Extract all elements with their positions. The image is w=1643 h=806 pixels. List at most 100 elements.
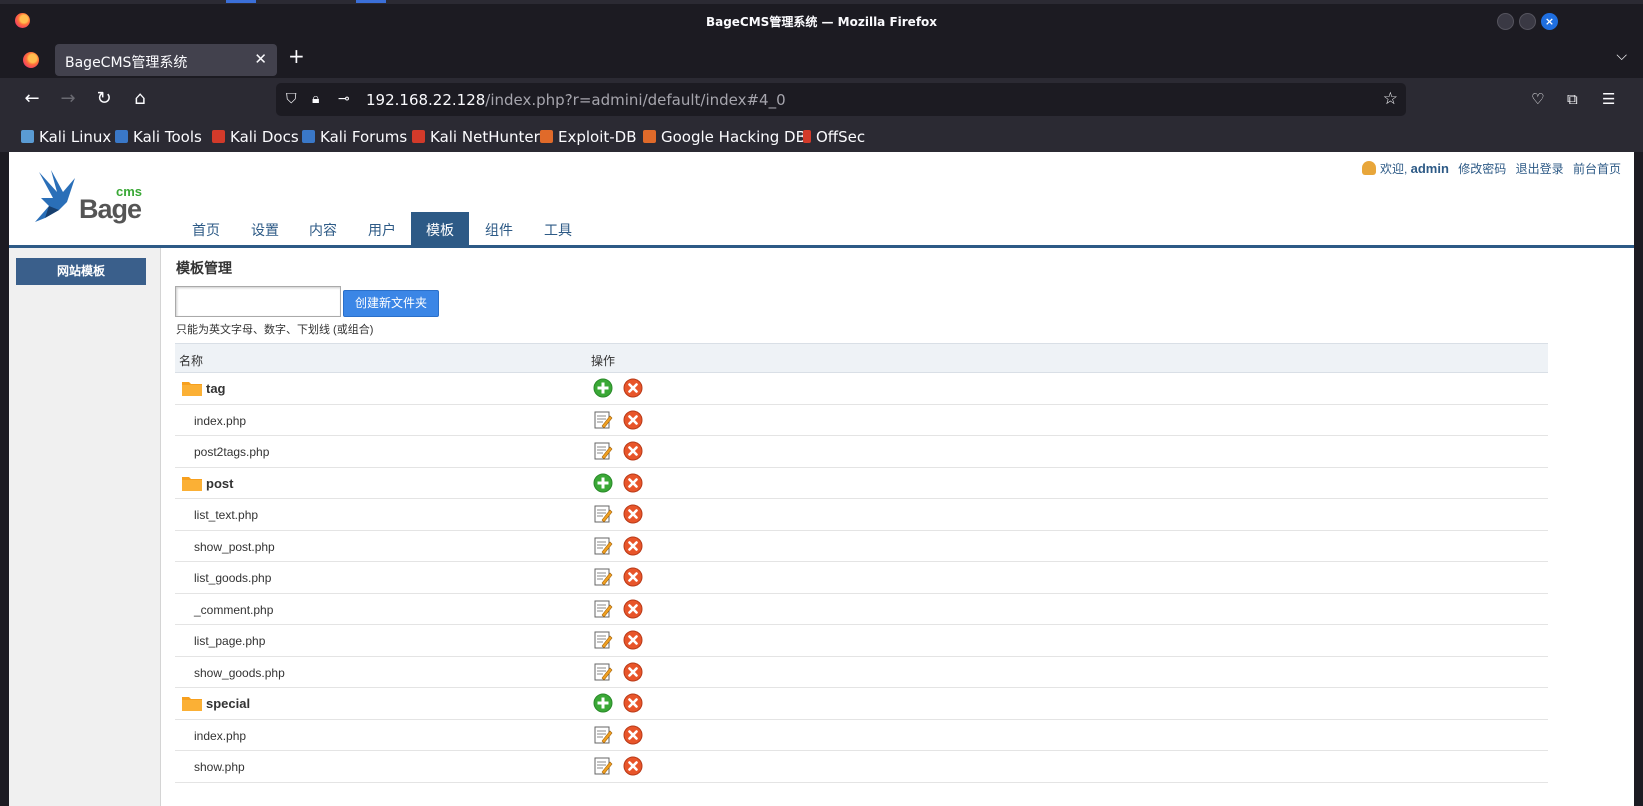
bookmark-google-hacking-db[interactable]: Google Hacking DB: [643, 128, 806, 146]
file-name[interactable]: index.php: [194, 414, 246, 428]
edit-file-icon[interactable]: [593, 504, 613, 524]
bookmark-kali-tools[interactable]: Kali Tools: [115, 128, 202, 146]
edit-file-icon[interactable]: [593, 441, 613, 461]
delete-icon[interactable]: [623, 441, 643, 461]
delete-icon[interactable]: [623, 410, 643, 430]
back-button[interactable]: ←: [20, 88, 44, 109]
username: admin: [1410, 161, 1449, 176]
url-text[interactable]: 192.168.22.128/index.php?r=admini/defaul…: [366, 91, 786, 109]
edit-file-icon[interactable]: [593, 599, 613, 619]
bookmark-kali-linux[interactable]: Kali Linux: [21, 128, 111, 146]
edit-file-icon[interactable]: [593, 630, 613, 650]
key-icon[interactable]: ⊸: [338, 91, 350, 107]
close-window-button[interactable]: ×: [1541, 13, 1558, 30]
folder-icon: [181, 379, 203, 397]
delete-icon[interactable]: [623, 725, 643, 745]
bookmarks-toolbar: Kali Linux Kali Tools Kali Docs Kali For…: [0, 124, 1643, 152]
menu-icon[interactable]: ☰: [1602, 90, 1615, 108]
delete-icon[interactable]: [623, 756, 643, 776]
logo-bage-text: Bage: [79, 194, 142, 224]
folder-name-input[interactable]: [175, 286, 341, 317]
home-button[interactable]: ⌂: [128, 88, 152, 109]
sidebar-item-site-templates[interactable]: 网站模板: [16, 258, 146, 285]
pocket-icon[interactable]: ♡: [1531, 90, 1544, 108]
delete-icon[interactable]: [623, 536, 643, 556]
file-name[interactable]: list_goods.php: [194, 571, 271, 585]
file-name[interactable]: _comment.php: [194, 603, 273, 617]
frontend-home-link[interactable]: 前台首页: [1573, 162, 1621, 176]
nav-templates[interactable]: 模板: [411, 212, 469, 248]
nav-settings[interactable]: 设置: [236, 212, 294, 248]
file-name[interactable]: index.php: [194, 729, 246, 743]
reload-button[interactable]: ↻: [92, 88, 116, 109]
bookmark-exploit-db[interactable]: Exploit-DB: [540, 128, 637, 146]
change-password-link[interactable]: 修改密码: [1458, 162, 1506, 176]
edit-file-icon[interactable]: [593, 536, 613, 556]
extensions-icon[interactable]: ⧉: [1567, 90, 1578, 108]
delete-icon[interactable]: [623, 473, 643, 493]
bookmark-kali-nethunter[interactable]: Kali NetHunter: [412, 128, 540, 146]
delete-icon[interactable]: [623, 567, 643, 587]
nav-users[interactable]: 用户: [353, 212, 411, 248]
add-file-icon[interactable]: [593, 378, 613, 398]
delete-icon[interactable]: [623, 630, 643, 650]
file-name[interactable]: show_post.php: [194, 540, 275, 554]
lock-icon[interactable]: 🔒︎: [312, 91, 319, 107]
edit-file-icon[interactable]: [593, 756, 613, 776]
folder-icon: [181, 694, 203, 712]
url-path: /index.php?r=admini/default/index#4_0: [485, 91, 786, 109]
delete-icon[interactable]: [623, 599, 643, 619]
delete-icon[interactable]: [623, 378, 643, 398]
add-file-icon[interactable]: [593, 693, 613, 713]
ghdb-icon: [643, 130, 656, 143]
shield-icon[interactable]: ⛉: [286, 91, 297, 107]
add-file-icon[interactable]: [593, 473, 613, 493]
file-name[interactable]: post2tags.php: [194, 445, 269, 459]
create-folder-button[interactable]: 创建新文件夹: [343, 290, 439, 317]
bookmark-kali-docs[interactable]: Kali Docs: [212, 128, 299, 146]
folder-name[interactable]: post: [206, 476, 233, 491]
firefox-view-icon[interactable]: [23, 52, 39, 68]
logout-link[interactable]: 退出登录: [1516, 162, 1564, 176]
nav-components[interactable]: 组件: [470, 212, 528, 248]
close-tab-icon[interactable]: ✕: [254, 50, 267, 68]
folder-name[interactable]: tag: [206, 381, 226, 396]
maximize-button[interactable]: [1519, 13, 1536, 30]
bagecms-logo[interactable]: cms Bage: [31, 162, 151, 226]
kali-docs-icon: [212, 130, 225, 143]
nav-home[interactable]: 首页: [177, 212, 235, 248]
tab-bar: BageCMS管理系统 ✕: [0, 38, 1643, 78]
delete-icon[interactable]: [623, 693, 643, 713]
edit-file-icon[interactable]: [593, 567, 613, 587]
bird-logo-icon: [35, 170, 75, 222]
bookmark-star-icon[interactable]: ☆: [1383, 89, 1398, 109]
edit-file-icon[interactable]: [593, 410, 613, 430]
window-titlebar: BageCMS管理系统 — Mozilla Firefox ×: [0, 0, 1643, 38]
new-tab-button[interactable]: +: [288, 44, 305, 68]
tab-bagecms[interactable]: BageCMS管理系统 ✕: [23, 44, 277, 76]
folder-row: post: [175, 468, 1548, 499]
edit-file-icon[interactable]: [593, 662, 613, 682]
minimize-button[interactable]: [1497, 13, 1514, 30]
file-row: show_post.php: [175, 531, 1548, 562]
bookmark-offsec[interactable]: OffSec: [803, 128, 865, 146]
folder-row: tag: [175, 373, 1548, 405]
url-bar[interactable]: ⛉ 🔒︎ ⊸ 192.168.22.128/index.php?r=admini…: [276, 83, 1406, 116]
nav-tools[interactable]: 工具: [529, 212, 587, 248]
delete-icon[interactable]: [623, 662, 643, 682]
folder-row: special: [175, 688, 1548, 720]
file-name[interactable]: list_page.php: [194, 634, 265, 648]
list-all-tabs-icon[interactable]: ⌵: [1616, 48, 1627, 64]
edit-file-icon[interactable]: [593, 725, 613, 745]
bookmark-kali-forums[interactable]: Kali Forums: [302, 128, 407, 146]
file-name[interactable]: list_text.php: [194, 508, 258, 522]
file-name[interactable]: show.php: [194, 760, 245, 774]
forward-button[interactable]: →: [56, 88, 80, 109]
delete-icon[interactable]: [623, 504, 643, 524]
file-name[interactable]: show_goods.php: [194, 666, 285, 680]
kali-forums-icon: [302, 130, 315, 143]
folder-name[interactable]: special: [206, 696, 250, 711]
file-row: show_goods.php: [175, 657, 1548, 688]
navigation-toolbar: ← → ↻ ⌂ ⛉ 🔒︎ ⊸ 192.168.22.128/index.php?…: [0, 78, 1643, 124]
nav-content[interactable]: 内容: [294, 212, 352, 248]
